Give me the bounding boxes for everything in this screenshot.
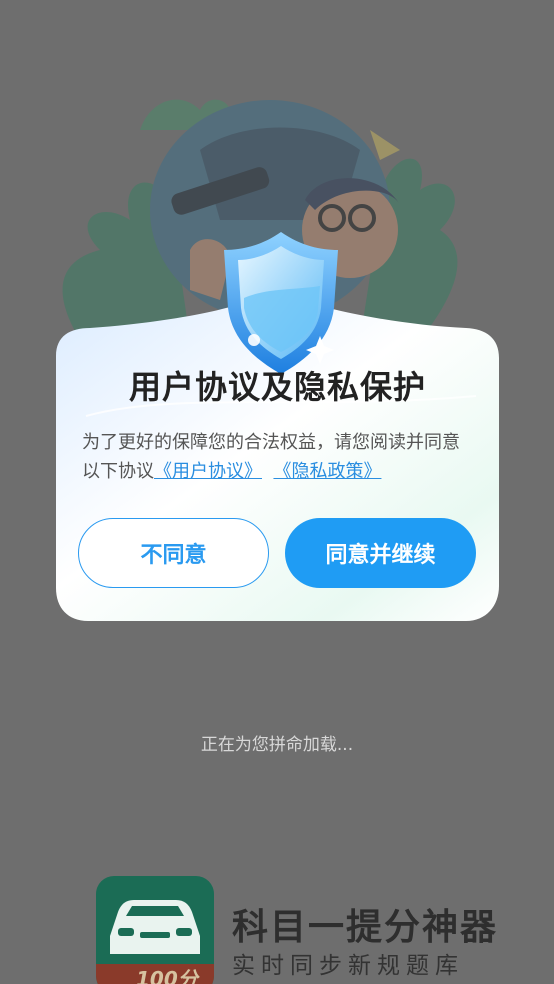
shield-icon (224, 232, 338, 374)
logo-score-badge: 100分 (96, 964, 214, 984)
decline-button[interactable]: 不同意 (78, 518, 269, 588)
dialog-title: 用户协议及隐私保护 (128, 368, 426, 406)
dialog-body: 为了更好的保障您的合法权益，请您阅读并同意以下协议《用户协议》 《隐私政策》 (82, 428, 476, 486)
loading-text: 正在为您拼命加载... (200, 735, 354, 755)
app-logo: 100分 (96, 876, 214, 984)
splash-screen: 用户协议及隐私保护 为了更好的保障您的合法权益，请您阅读并同意以下协议《用户协议… (0, 0, 554, 984)
privacy-policy-link[interactable]: 《隐私政策》 (273, 461, 381, 482)
dialog-body-text: 为了更好的保障您的合法权益，请您阅读并同意以下协议 (82, 432, 460, 482)
app-slogan: 实时同步新规题库 (232, 953, 464, 979)
car-icon (110, 900, 200, 954)
privacy-dialog: 用户协议及隐私保护 为了更好的保障您的合法权益，请您阅读并同意以下协议《用户协议… (56, 232, 499, 621)
brand-footer: 100分 科目一提分神器 实时同步新规题库 (96, 876, 516, 984)
accept-button[interactable]: 同意并继续 (285, 518, 476, 588)
app-name: 科目一提分神器 (232, 907, 499, 948)
user-agreement-link[interactable]: 《用户协议》 (154, 461, 262, 482)
